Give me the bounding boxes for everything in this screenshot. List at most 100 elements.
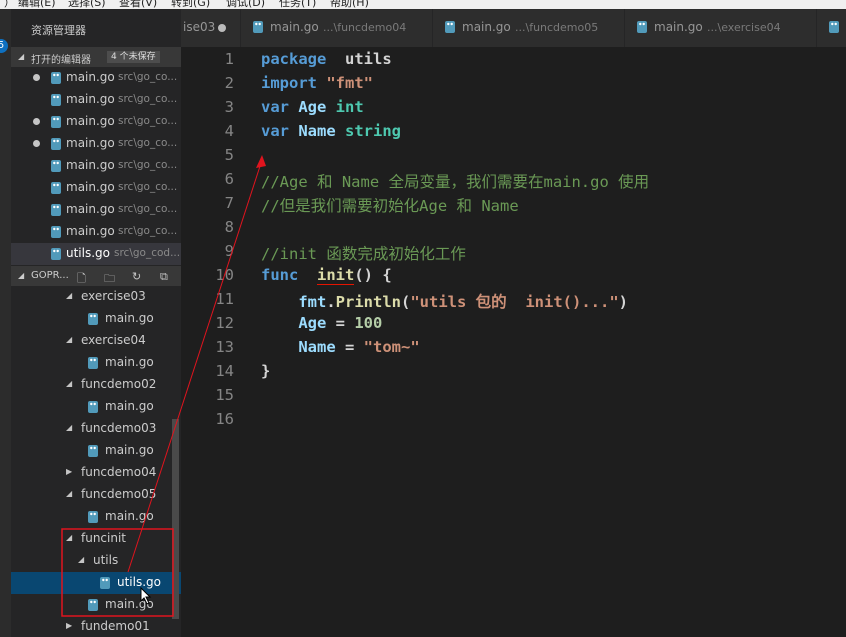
unsaved-dot-icon[interactable] — [218, 24, 226, 32]
menu-item[interactable]: 查看(V) — [119, 0, 157, 9]
tree-file[interactable]: main.go — [11, 506, 181, 528]
open-editor-path: src\go_co... — [118, 115, 178, 127]
open-editor-item[interactable]: main.go src\go_co... — [11, 133, 181, 155]
open-editor-path: src\go_cod... — [114, 247, 181, 259]
chevron-down-icon[interactable]: ◢ — [66, 291, 72, 300]
code-text: Name = "tom~" — [261, 338, 420, 356]
code-token: "tom~" — [363, 338, 420, 356]
code-token: () { — [354, 266, 392, 284]
menu-item[interactable]: 编辑(E) — [18, 0, 56, 9]
open-editor-item[interactable]: main.go src\go_co... — [11, 155, 181, 177]
code-text: fmt.Println("utils 包的 init()...") — [261, 290, 628, 312]
chevron-down-icon[interactable]: ◢ — [66, 379, 72, 388]
open-editor-item[interactable]: utils.go src\go_cod... — [11, 243, 181, 265]
code-line[interactable]: 13 Name = "tom~" — [181, 335, 846, 359]
open-editor-item[interactable]: main.go src\go_co... — [11, 177, 181, 199]
menu-item[interactable]: 任务(T) — [279, 0, 316, 9]
line-number: 11 — [215, 290, 234, 308]
chevron-right-icon[interactable]: ▶ — [66, 467, 72, 476]
tab-path: ...\exercise04 — [707, 21, 781, 34]
sidebar-scrollbar[interactable] — [172, 419, 179, 619]
tree-folder[interactable]: ▶ fundemo01 — [11, 616, 181, 637]
tree-folder[interactable]: ◢ funcdemo03 — [11, 418, 181, 440]
code-line[interactable]: 2 import "fmt" — [181, 71, 846, 95]
editor-tab[interactable]: main.go ...\funcdemo04 — [241, 9, 433, 47]
tree-file[interactable]: main.go — [11, 352, 181, 374]
go-file-icon — [637, 21, 647, 33]
tree-folder[interactable]: ◢ exercise03 — [11, 286, 181, 308]
code-line[interactable]: 1 package utils — [181, 47, 846, 71]
code-line[interactable]: 4 var Name string — [181, 119, 846, 143]
tree-folder[interactable]: ▶ funcdemo04 — [11, 462, 181, 484]
chevron-down-icon[interactable]: ◢ — [66, 423, 72, 432]
workspace-header[interactable]: ◢ GOPR... 🗋 🗀 ↻ ⧉ — [11, 266, 181, 286]
tree-folder[interactable]: ◢ exercise04 — [11, 330, 181, 352]
open-editor-item[interactable]: main.go src\go_co... — [11, 67, 181, 89]
unsaved-dot-icon[interactable] — [33, 74, 40, 81]
refresh-icon[interactable]: ↻ — [132, 270, 141, 283]
tree-file[interactable]: main.go — [11, 594, 181, 616]
code-line[interactable]: 15 — [181, 383, 846, 407]
menu-item[interactable]: 选择(S) — [68, 0, 106, 9]
line-number: 2 — [224, 74, 234, 92]
menu-item[interactable]: 调试(D) — [226, 0, 265, 9]
open-editor-item[interactable]: main.go src\go_co... — [11, 111, 181, 133]
collapse-all-icon[interactable]: ⧉ — [160, 270, 168, 284]
chevron-down-icon[interactable]: ◢ — [78, 555, 84, 564]
code-line[interactable]: 16 — [181, 407, 846, 431]
code-line[interactable]: 9 //init 函数完成初始化工作 — [181, 239, 846, 263]
line-number: 1 — [224, 50, 234, 68]
chevron-down-icon[interactable]: ◢ — [66, 335, 72, 344]
code-token: Age — [289, 98, 327, 116]
tree-folder[interactable]: ◢ funcdemo02 — [11, 374, 181, 396]
tree-file[interactable]: main.go — [11, 440, 181, 462]
code-text: var Age int — [261, 98, 364, 116]
tree-folder[interactable]: ◢ funcinit — [11, 528, 181, 550]
code-line[interactable]: 10 func init() { — [181, 263, 846, 287]
code-line[interactable]: 11 fmt.Println("utils 包的 init()...") — [181, 287, 846, 311]
code-line[interactable]: 8 — [181, 215, 846, 239]
unsaved-dot-icon[interactable] — [33, 118, 40, 125]
code-line[interactable]: 3 var Age int — [181, 95, 846, 119]
line-number: 6 — [224, 170, 234, 188]
menu-item[interactable]: 帮助(H) — [330, 0, 369, 9]
chevron-down-icon[interactable]: ◢ — [66, 533, 72, 542]
code-line[interactable]: 5 — [181, 143, 846, 167]
go-file-icon — [88, 445, 98, 457]
tree-item-label: utils.go — [117, 575, 162, 589]
open-editor-item[interactable]: main.go src\go_co... — [11, 221, 181, 243]
open-editor-item[interactable]: main.go src\go_co... — [11, 89, 181, 111]
editor-tab[interactable]: main.go ...\exercise04 — [625, 9, 817, 47]
code-line[interactable]: 14} — [181, 359, 846, 383]
tree-file[interactable]: main.go — [11, 308, 181, 330]
editor-tab[interactable]: main.go ...\funcdemo05 — [433, 9, 625, 47]
open-editors-header[interactable]: ◢ 打开的编辑器 4 个未保存 — [11, 47, 181, 67]
unsaved-dot-icon[interactable] — [33, 140, 40, 147]
tree-folder[interactable]: ◢ funcdemo05 — [11, 484, 181, 506]
code-line[interactable]: 6 //Age 和 Name 全局变量，我们需要在main.go 使用 — [181, 167, 846, 191]
chevron-right-icon[interactable]: ▶ — [66, 621, 72, 630]
explorer-badge-icon[interactable]: 5 — [0, 39, 8, 53]
tab-label: main.go — [270, 20, 319, 34]
line-number: 8 — [224, 218, 234, 236]
tree-file[interactable]: main.go — [11, 396, 181, 418]
chevron-down-icon[interactable]: ◢ — [66, 489, 72, 498]
code-token: Name — [298, 338, 336, 356]
code-line[interactable]: 7 //但是我们需要初始化Age 和 Name — [181, 191, 846, 215]
tree-folder[interactable]: ◢ utils — [11, 550, 181, 572]
code-editor[interactable]: 1 package utils 2 import "fmt" 3 var Age int 4… — [181, 47, 846, 637]
tree-item-label: fundemo01 — [81, 619, 150, 633]
editor-tab[interactable]: m — [817, 9, 846, 47]
go-file-icon — [51, 160, 61, 172]
menu-item[interactable]: ） — [4, 0, 15, 9]
tree-file[interactable]: utils.go — [11, 572, 181, 594]
code-token: utils — [345, 50, 392, 68]
editor-tab[interactable]: ise03 — [181, 9, 241, 47]
menu-item[interactable]: 转到(G) — [171, 0, 210, 9]
open-editor-item[interactable]: main.go src\go_co... — [11, 199, 181, 221]
code-token: ) — [618, 293, 628, 311]
code-line[interactable]: 12 Age = 100 — [181, 311, 846, 335]
open-editor-filename: main.go — [66, 114, 115, 128]
